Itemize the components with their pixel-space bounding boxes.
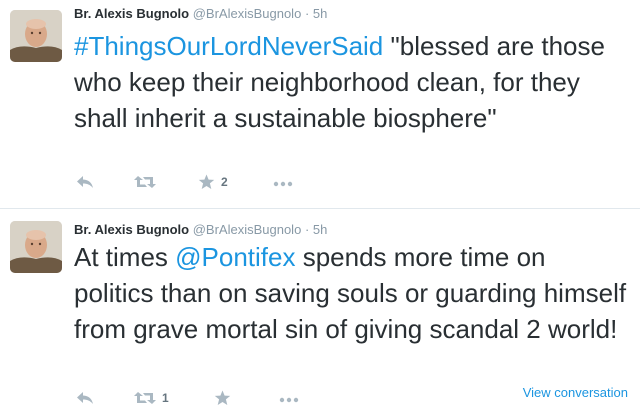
- retweet-count: 1: [162, 391, 169, 405]
- hashtag-link[interactable]: #ThingsOurLordNeverSaid: [74, 31, 383, 61]
- retweet-button[interactable]: 1: [134, 390, 169, 406]
- star-icon: [198, 174, 215, 189]
- more-icon: [279, 397, 299, 403]
- retweet-button[interactable]: [134, 174, 162, 190]
- tweet-text-body: At times: [74, 242, 176, 272]
- mention-link[interactable]: @Pontifex: [175, 242, 295, 272]
- star-icon: [214, 390, 231, 405]
- author-name[interactable]: Br. Alexis Bugnolo: [74, 222, 189, 237]
- favorite-button[interactable]: [214, 390, 237, 406]
- avatar[interactable]: [10, 221, 62, 273]
- retweet-icon: [134, 176, 156, 188]
- tweet[interactable]: Br. Alexis Bugnolo @BrAlexisBugnolo · 5h…: [0, 0, 640, 208]
- reply-button[interactable]: [76, 174, 94, 190]
- view-conversation-link[interactable]: View conversation: [523, 385, 628, 400]
- author-handle[interactable]: @BrAlexisBugnolo: [193, 222, 302, 237]
- header-separator: ·: [304, 6, 310, 21]
- tweet[interactable]: Br. Alexis Bugnolo @BrAlexisBugnolo · 5h…: [0, 209, 640, 419]
- header-separator: ·: [304, 222, 310, 237]
- more-button[interactable]: [272, 174, 294, 190]
- tweet-header: Br. Alexis Bugnolo @BrAlexisBugnolo · 5h: [74, 222, 327, 237]
- author-name[interactable]: Br. Alexis Bugnolo: [74, 6, 189, 21]
- more-button[interactable]: [278, 390, 300, 406]
- reply-icon: [77, 176, 93, 188]
- reply-icon: [77, 392, 93, 404]
- more-icon: [273, 181, 293, 187]
- retweet-icon: [134, 392, 156, 404]
- tweet-text: #ThingsOurLordNeverSaid "blessed are tho…: [74, 28, 630, 136]
- reply-button[interactable]: [76, 390, 94, 406]
- tweet-text: At times @Pontifex spends more time on p…: [74, 239, 630, 347]
- favorite-button[interactable]: 2: [198, 174, 228, 190]
- tweet-timestamp[interactable]: 5h: [313, 222, 327, 237]
- tweet-timestamp[interactable]: 5h: [313, 6, 327, 21]
- tweet-header: Br. Alexis Bugnolo @BrAlexisBugnolo · 5h: [74, 6, 327, 21]
- avatar[interactable]: [10, 10, 62, 62]
- favorite-count: 2: [221, 175, 228, 189]
- author-handle[interactable]: @BrAlexisBugnolo: [193, 6, 302, 21]
